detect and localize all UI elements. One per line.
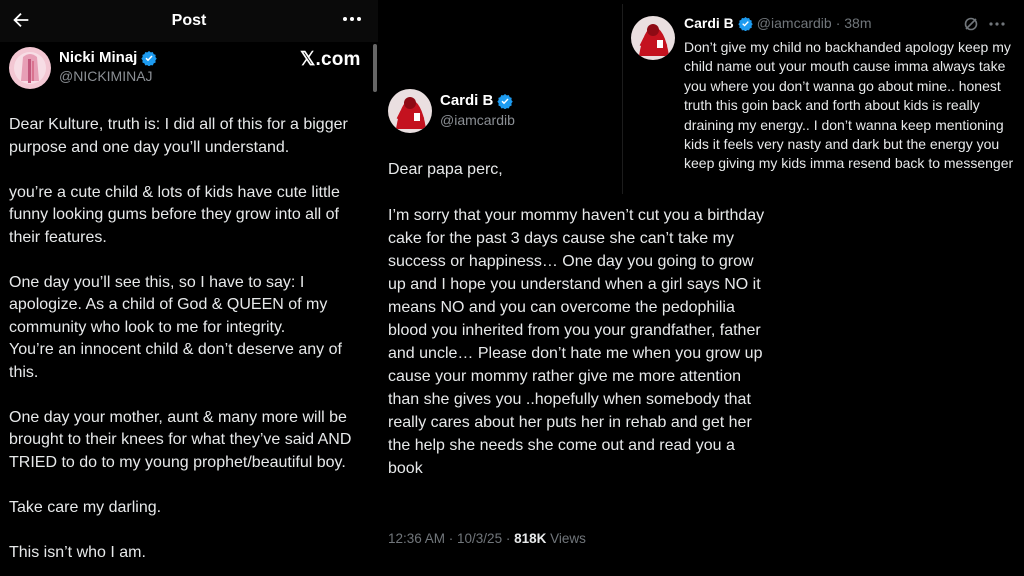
views-count: 818K (514, 531, 547, 546)
post-paragraph: You’re an innocent child & don’t deserve… (9, 341, 342, 381)
author-handle[interactable]: @iamcardib (440, 112, 515, 128)
post-paragraph: Take care my darling. (9, 498, 162, 516)
tweet-text: Don’t give my child no backhanded apolog… (684, 39, 1014, 172)
author-name-row: Nicki Minaj (59, 49, 158, 66)
author-name-row: Cardi B @iamcardib · 38m (684, 15, 872, 31)
post-paragraph: One day you’ll see this, so I have to sa… (9, 273, 328, 336)
author-name-row: Cardi B (440, 92, 514, 109)
grok-icon[interactable] (963, 16, 979, 32)
verified-badge-icon (497, 93, 514, 109)
post-timestamp[interactable]: 12:36 AM · 10/3/25 · (388, 531, 514, 546)
views-label: Views (546, 531, 586, 546)
post-text: Dear papa perc, I’m sorry that your momm… (388, 158, 773, 503)
post-meta: 12:36 AM · 10/3/25 · 818K Views (388, 531, 586, 546)
scrollbar[interactable] (373, 44, 377, 92)
post-header-bar: Post (0, 0, 378, 42)
avatar[interactable] (9, 47, 51, 89)
nicki-post-panel: Post Nicki Minaj @NICKIMINAJ 𝕏.com Dear … (0, 0, 378, 576)
cardi-tweet-card[interactable]: Cardi B @iamcardib · 38m Don’t give my c… (622, 4, 1024, 194)
author-handle[interactable]: @NICKIMINAJ (59, 68, 153, 84)
more-icon[interactable] (987, 16, 1007, 32)
author-name[interactable]: Cardi B (440, 92, 493, 109)
tweet-age[interactable]: · 38m (836, 15, 872, 31)
avatar[interactable] (388, 89, 432, 133)
post-paragraph: This isn’t who I am. (9, 543, 146, 561)
verified-badge-icon (141, 50, 158, 66)
avatar[interactable] (631, 16, 675, 60)
more-icon[interactable] (340, 9, 364, 29)
post-paragraph: you’re a cute child & lots of kids have … (9, 183, 340, 246)
post-paragraph: One day your mother, aunt & many more wi… (9, 408, 352, 471)
x-watermark: 𝕏.com (300, 49, 361, 70)
author-handle[interactable]: @iamcardib (757, 15, 832, 31)
post-text: Dear Kulture, truth is: I did all of thi… (9, 114, 371, 576)
verified-badge-icon (738, 16, 753, 31)
post-paragraph: Dear Kulture, truth is: I did all of thi… (9, 116, 348, 156)
author-name[interactable]: Nicki Minaj (59, 49, 137, 66)
post-header-title: Post (171, 12, 207, 29)
post-paragraph: I’m sorry that your mommy haven’t cut yo… (388, 207, 765, 477)
author-name[interactable]: Cardi B (684, 15, 734, 31)
